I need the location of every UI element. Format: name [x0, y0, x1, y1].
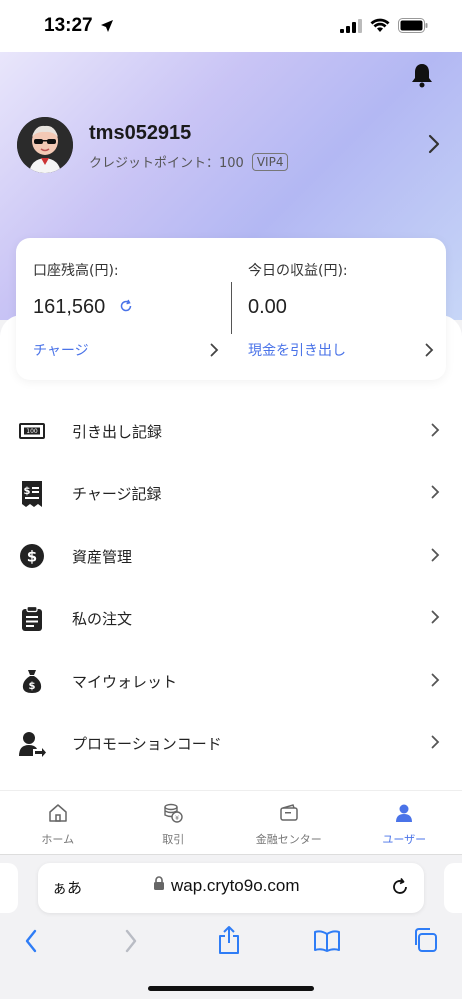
chevron-right-icon — [431, 609, 440, 628]
dollar-circle-icon: $ — [18, 542, 46, 570]
menu-list: 100 引き出し記録 $ チャージ記録 $ 資産管理 私の注文 $ マイウォレッ… — [0, 400, 462, 775]
browser-toolbar: ぁあ wap.cryto9o.com — [0, 854, 462, 999]
tab-home[interactable]: ホーム — [0, 791, 116, 854]
reload-icon[interactable] — [390, 877, 410, 901]
vip-badge: VIP4 — [251, 152, 289, 171]
svg-text:100: 100 — [26, 428, 38, 435]
tabs-icon[interactable] — [412, 927, 438, 957]
banknote-icon: 100 — [18, 417, 46, 445]
charge-link[interactable]: チャージ — [33, 340, 89, 360]
bottom-tab-bar: ホーム ¥ 取引 金融センター ユーザー — [0, 790, 462, 854]
signal-icon — [340, 18, 362, 37]
tab-finance-center[interactable]: 金融センター — [231, 791, 347, 854]
status-icons — [340, 18, 428, 37]
balance-value: 161,560 — [33, 296, 106, 318]
chevron-right-icon — [431, 734, 440, 753]
home-indicator — [148, 986, 314, 991]
profile-chevron-right-icon[interactable] — [428, 134, 440, 158]
svg-text:$: $ — [27, 548, 37, 566]
earnings-value-row: 0.00 — [248, 296, 287, 319]
home-icon — [48, 803, 68, 827]
clipboard-icon — [18, 605, 46, 633]
previous-tab-peek[interactable] — [0, 863, 18, 913]
charge-chevron-right-icon[interactable] — [210, 342, 219, 361]
withdraw-chevron-right-icon[interactable] — [425, 342, 434, 361]
battery-icon — [398, 18, 428, 37]
tab-label: 取引 — [162, 833, 185, 846]
url-text: wap.cryto9o.com — [171, 876, 300, 895]
svg-text:$: $ — [24, 486, 31, 497]
user-share-icon — [18, 730, 46, 758]
menu-label: 私の注文 — [72, 610, 133, 629]
username: tms052915 — [89, 122, 192, 144]
user-icon — [394, 803, 414, 827]
lock-icon — [153, 876, 165, 896]
bell-icon[interactable] — [410, 62, 434, 92]
menu-item-charge-history[interactable]: $ チャージ記録 — [0, 463, 462, 526]
refresh-icon[interactable] — [119, 296, 133, 319]
credit-text: クレジットポイント：100 — [89, 156, 244, 171]
menu-item-my-orders[interactable]: 私の注文 — [0, 588, 462, 651]
forward-icon[interactable] — [124, 929, 138, 957]
coin-stack-icon: ¥ — [163, 803, 183, 827]
tab-trade[interactable]: ¥ 取引 — [116, 791, 232, 854]
balance-column: 口座残高(円): 161,560 チャージ — [16, 238, 231, 380]
url-display[interactable]: wap.cryto9o.com — [153, 876, 300, 896]
bookmarks-icon[interactable] — [313, 929, 341, 957]
tab-label: ユーザー — [382, 833, 427, 846]
balance-label: 口座残高(円): — [33, 263, 119, 279]
menu-label: マイウォレット — [72, 672, 178, 691]
earnings-column: 今日の収益(円): 0.00 現金を引き出し — [231, 238, 446, 380]
location-arrow-icon — [100, 18, 114, 37]
wallet-icon — [279, 803, 299, 827]
withdraw-link[interactable]: 現金を引き出し — [248, 340, 346, 360]
share-icon[interactable] — [217, 925, 241, 959]
menu-label: チャージ記録 — [72, 485, 162, 504]
credit-points: クレジットポイント：100 VIP4 — [89, 152, 289, 171]
svg-text:$: $ — [29, 681, 36, 692]
chevron-right-icon — [431, 422, 440, 441]
earnings-value: 0.00 — [248, 296, 287, 318]
reader-options-button[interactable]: ぁあ — [52, 877, 82, 898]
browser-nav-buttons — [0, 925, 462, 965]
menu-item-withdraw-history[interactable]: 100 引き出し記録 — [0, 400, 462, 463]
menu-item-promotion-code[interactable]: プロモーションコード — [0, 713, 462, 776]
chevron-right-icon — [431, 547, 440, 566]
svg-text:¥: ¥ — [175, 815, 179, 822]
tab-user[interactable]: ユーザー — [347, 791, 462, 854]
address-bar[interactable]: ぁあ wap.cryto9o.com — [38, 863, 424, 913]
tab-label: ホーム — [41, 833, 75, 846]
chevron-right-icon — [431, 484, 440, 503]
menu-item-my-wallet[interactable]: $ マイウォレット — [0, 650, 462, 713]
menu-item-asset-management[interactable]: $ 資産管理 — [0, 525, 462, 588]
avatar[interactable] — [17, 117, 73, 173]
receipt-icon: $ — [18, 480, 46, 508]
balance-value-row: 161,560 — [33, 296, 133, 319]
chevron-right-icon — [431, 672, 440, 691]
earnings-label: 今日の収益(円): — [248, 263, 348, 279]
menu-label: 資産管理 — [72, 547, 133, 566]
wifi-icon — [370, 18, 390, 37]
next-tab-peek[interactable] — [444, 863, 462, 913]
money-bag-icon: $ — [18, 667, 46, 695]
menu-label: プロモーションコード — [72, 735, 222, 754]
tab-label: 金融センター — [255, 833, 322, 846]
status-time: 13:27 — [44, 15, 93, 36]
balance-card: 口座残高(円): 161,560 チャージ 今日の収益(円): 0.00 現金を… — [16, 238, 446, 380]
menu-label: 引き出し記録 — [72, 422, 163, 441]
back-icon[interactable] — [24, 929, 38, 957]
status-bar: 13:27 — [0, 0, 462, 52]
